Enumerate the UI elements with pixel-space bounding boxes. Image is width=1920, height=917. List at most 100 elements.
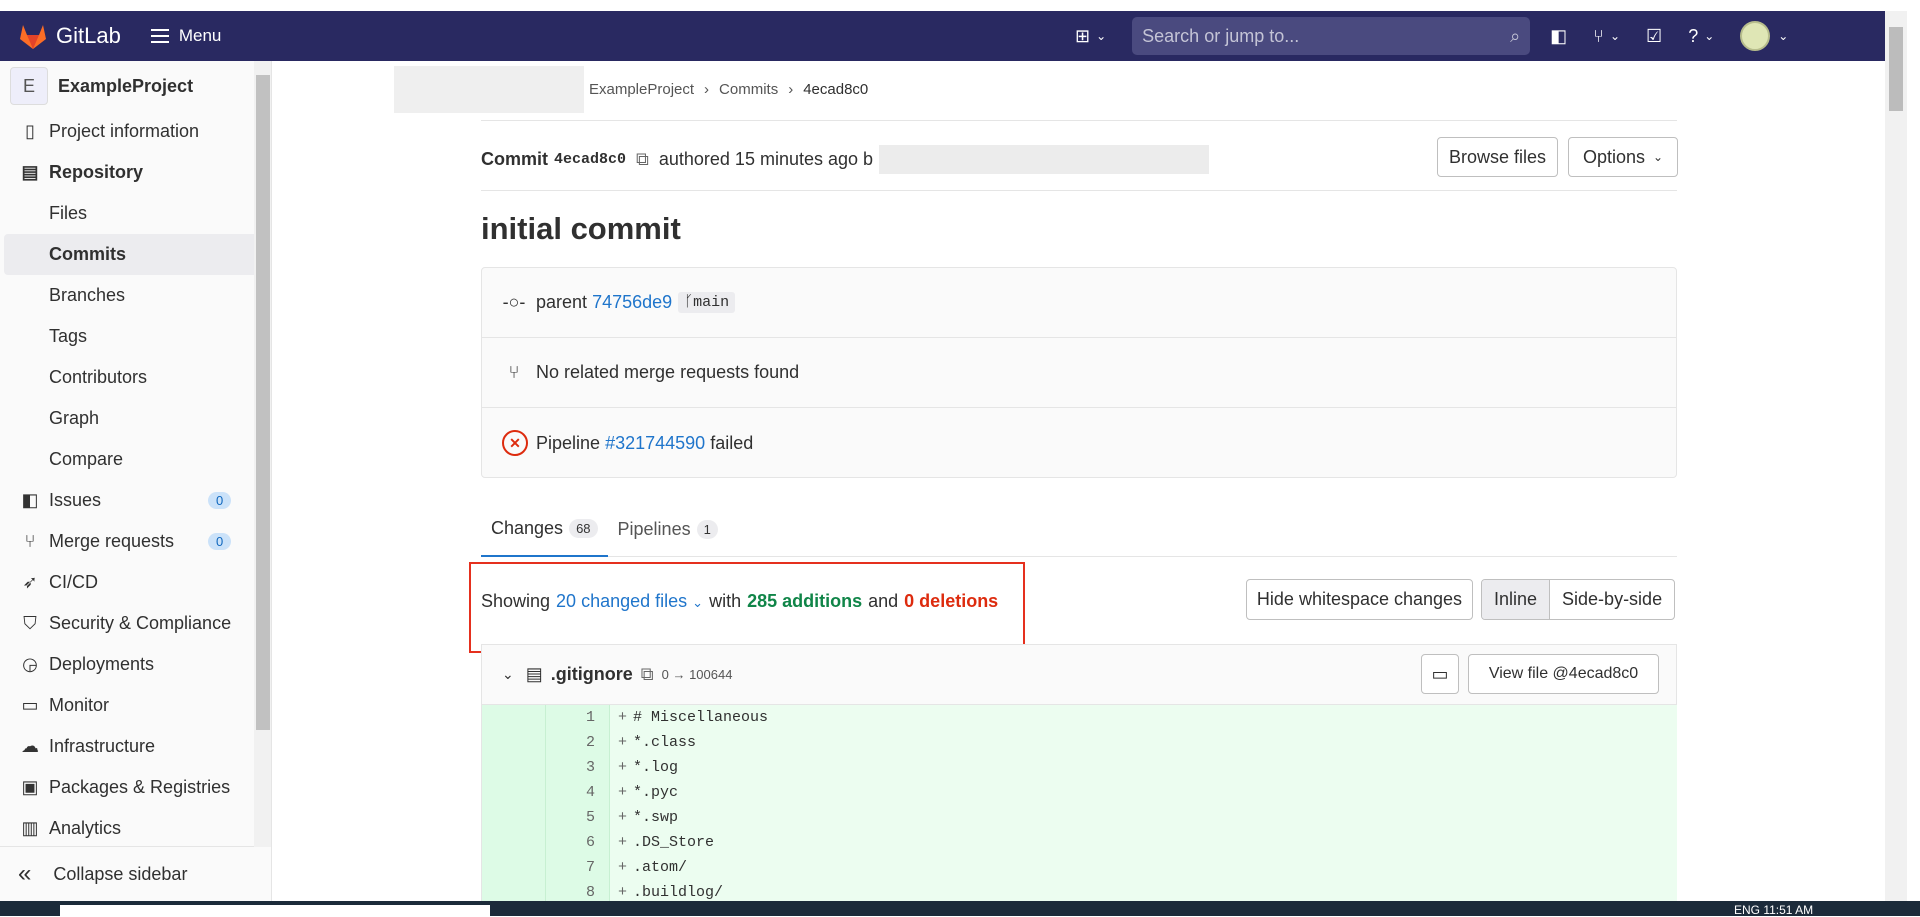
sidebar-item-project-information[interactable]: ▯ Project information — [0, 111, 271, 152]
brand-name: GitLab — [56, 23, 121, 48]
scrollbar-thumb[interactable] — [1889, 27, 1903, 111]
sidebar-item-monitor[interactable]: ▭ Monitor — [0, 685, 271, 726]
breadcrumb-current[interactable]: 4ecad8c0 — [803, 81, 868, 98]
sidebar-item-analytics[interactable]: ▥ Analytics — [0, 808, 271, 849]
chevron-down-icon: ⌄ — [1096, 29, 1107, 43]
line-number[interactable]: 3 — [546, 755, 610, 780]
breadcrumb-separator-icon: › — [788, 81, 794, 98]
collapse-sidebar-button[interactable]: « Collapse sidebar — [0, 846, 254, 901]
inline-view-button[interactable]: Inline — [1482, 580, 1551, 619]
diff-line: 5 + *.swp — [482, 805, 1677, 830]
sidebar-scrollbar-thumb[interactable] — [256, 75, 270, 730]
annotation-highlight-box — [469, 562, 1025, 653]
branch-tag[interactable]: ᚴmain — [678, 292, 736, 313]
sidebar-item-deployments[interactable]: ◶ Deployments — [0, 644, 271, 685]
tab-pipelines[interactable]: Pipelines 1 — [608, 501, 728, 557]
copy-icon[interactable]: ⧉ — [636, 149, 649, 170]
navbar-right: ⊞ ⌄ Search or jump to... ⌕ ◧ ⑂ ⌄ ☑ ? ⌄ ⌄ — [1075, 11, 1814, 61]
double-chevron-left-icon: « — [18, 860, 32, 887]
project-name: ExampleProject — [58, 75, 194, 96]
chevron-down-icon: ⌄ — [1778, 29, 1789, 43]
browse-files-button[interactable]: Browse files — [1437, 137, 1558, 177]
line-number[interactable]: 2 — [546, 730, 610, 755]
line-number[interactable]: 4 — [546, 780, 610, 805]
sidebar-item-security[interactable]: ⛉ Security & Compliance — [0, 603, 271, 644]
hide-whitespace-button[interactable]: Hide whitespace changes — [1246, 579, 1473, 620]
todos-icon[interactable]: ☑ — [1646, 26, 1662, 47]
gitlab-logo[interactable]: GitLab — [18, 22, 121, 50]
line-code: # Miscellaneous — [633, 709, 769, 726]
authored-text: authored 15 minutes ago b — [658, 149, 874, 169]
options-dropdown[interactable]: Options ⌄ — [1568, 137, 1678, 177]
sidebar-item-branches[interactable]: Branches — [0, 275, 271, 316]
sidebar-scrollbar[interactable] — [254, 61, 271, 847]
diff-line: 6 + .DS_Store — [482, 830, 1677, 855]
sidebar-item-label: Contributors — [49, 367, 148, 387]
commit-title: initial commit — [481, 211, 681, 246]
pipeline-link[interactable]: #321744590 — [605, 433, 705, 454]
copy-icon[interactable]: ⧉ — [641, 664, 654, 685]
issues-nav-icon[interactable]: ◧ — [1550, 26, 1567, 47]
sidebar-item-files[interactable]: Files — [0, 193, 271, 234]
merge-requests-nav-icon[interactable]: ⑂ ⌄ — [1593, 26, 1620, 47]
help-icon[interactable]: ? ⌄ — [1688, 26, 1714, 47]
sidebar-item-label: Deployments — [49, 654, 155, 674]
chevron-down-icon: ⌄ — [1704, 29, 1715, 43]
sidebar-item-contributors[interactable]: Contributors — [0, 357, 271, 398]
diff-line: 4 + *.pyc — [482, 780, 1677, 805]
new-item-button[interactable]: ⊞ ⌄ — [1075, 26, 1106, 47]
comment-button[interactable]: ▭ — [1421, 654, 1459, 694]
merge-requests-text: No related merge requests found — [536, 362, 800, 382]
line-number[interactable]: 8 — [546, 880, 610, 901]
side-by-side-button[interactable]: Side-by-side — [1550, 580, 1674, 619]
line-code: .DS_Store — [633, 834, 715, 851]
search-placeholder: Search or jump to... — [1142, 25, 1300, 46]
line-number[interactable]: 5 — [546, 805, 610, 830]
diff-line: 8 + .buildlog/ — [482, 880, 1677, 901]
line-number[interactable]: 6 — [546, 830, 610, 855]
breadcrumb-project[interactable]: ExampleProject — [589, 81, 694, 98]
branch-icon: ᚴ — [684, 294, 694, 311]
tab-count-badge: 68 — [569, 518, 598, 538]
sidebar-item-label: Compare — [49, 449, 124, 469]
plus-square-icon: ⊞ — [1075, 25, 1091, 46]
line-number[interactable]: 1 — [546, 705, 610, 730]
sidebar-item-label: Commits — [49, 244, 127, 264]
sidebar-item-label: Repository — [49, 162, 144, 182]
sidebar-item-graph[interactable]: Graph — [0, 398, 271, 439]
sidebar-item-label: Files — [49, 203, 88, 223]
breadcrumb-commits[interactable]: Commits — [719, 81, 778, 98]
collapse-label: Collapse sidebar — [53, 863, 188, 884]
search-input[interactable]: Search or jump to... ⌕ — [1132, 17, 1531, 55]
chevron-down-icon: ⌄ — [1652, 150, 1664, 164]
sidebar-item-label: CI/CD — [49, 572, 98, 592]
sidebar-item-merge-requests[interactable]: ⑂ Merge requests 0 — [0, 521, 271, 562]
parent-sha-link[interactable]: 74756de9 — [592, 292, 672, 313]
sidebar-item-tags[interactable]: Tags — [0, 316, 271, 357]
menu-button[interactable]: Menu — [150, 26, 221, 46]
sidebar-item-label: Security & Compliance — [49, 613, 232, 633]
status-failed-icon[interactable]: ✕ — [502, 430, 528, 456]
shield-icon: ⛉ — [23, 613, 37, 633]
sidebar-item-packages[interactable]: ▣ Packages & Registries — [0, 767, 271, 808]
user-menu[interactable]: ⌄ — [1740, 21, 1788, 51]
merge-requests-count-badge: 0 — [208, 533, 232, 550]
sidebar-item-commits[interactable]: Commits — [4, 234, 267, 275]
line-number[interactable]: 7 — [546, 855, 610, 880]
taskbar-search-box[interactable] — [60, 905, 490, 916]
page-scrollbar[interactable] — [1885, 11, 1907, 901]
tab-label: Pipelines — [617, 518, 691, 539]
divider — [481, 190, 1677, 191]
sidebar-item-infrastructure[interactable]: ☁ Infrastructure — [0, 726, 271, 767]
sidebar-item-cicd[interactable]: ➶ CI/CD — [0, 562, 271, 603]
tab-changes[interactable]: Changes 68 — [481, 501, 608, 557]
file-name[interactable]: .gitignore — [551, 664, 633, 685]
sidebar-item-compare[interactable]: Compare — [0, 439, 271, 480]
sidebar-item-repository[interactable]: ▤ Repository — [0, 152, 271, 193]
sidebar-project[interactable]: E ExampleProject — [0, 61, 271, 111]
commit-sha: 4ecad8c0 — [554, 151, 627, 168]
chevron-down-icon[interactable]: ⌄ — [502, 666, 514, 683]
sidebar-item-issues[interactable]: ◧ Issues 0 — [0, 480, 271, 521]
view-file-button[interactable]: View file @4ecad8c0 — [1468, 654, 1659, 694]
commit-label: Commit — [481, 149, 548, 169]
